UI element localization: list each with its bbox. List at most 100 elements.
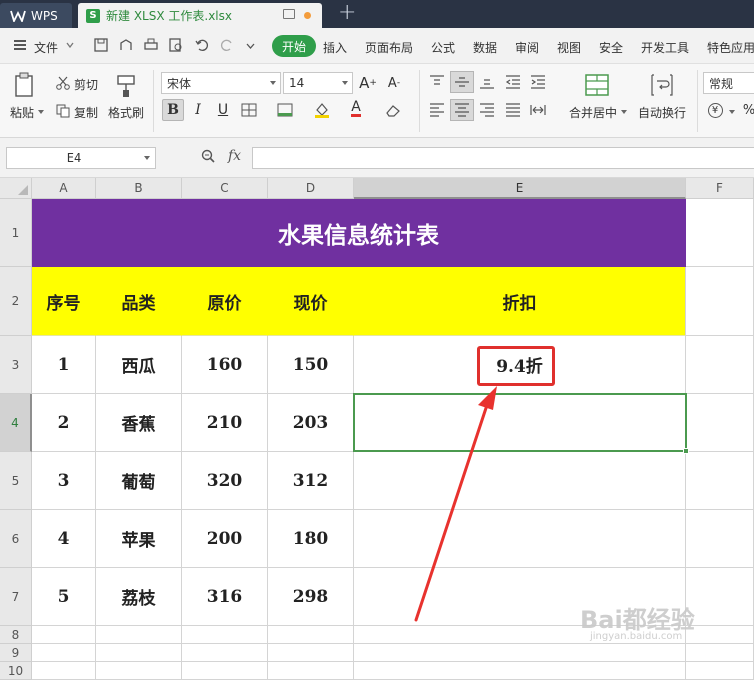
wps-home-tab[interactable]: WPS <box>0 3 72 28</box>
empty-cell[interactable] <box>268 644 354 662</box>
wrap-text-button[interactable]: 自动换行 <box>638 104 686 121</box>
font-name-select[interactable]: 宋体 <box>161 72 281 94</box>
column-header-a[interactable]: A <box>32 178 96 199</box>
column-header-d[interactable]: D <box>268 178 354 199</box>
menu-start[interactable]: 开始 <box>272 35 316 57</box>
scissors-icon[interactable] <box>56 76 70 90</box>
cell-f2[interactable] <box>686 267 754 336</box>
table-cell[interactable] <box>354 452 686 510</box>
copy-icon[interactable] <box>56 104 70 118</box>
empty-cell[interactable] <box>686 644 754 662</box>
column-header-c[interactable]: C <box>182 178 268 199</box>
paste-button[interactable]: 粘贴 <box>10 104 34 121</box>
table-cell[interactable]: 2 <box>32 394 96 452</box>
zoom-search-icon[interactable] <box>201 149 215 163</box>
empty-cell[interactable] <box>32 644 96 662</box>
table-cell[interactable]: 160 <box>182 336 268 394</box>
currency-dropdown-icon[interactable] <box>729 110 735 114</box>
align-top-icon[interactable] <box>429 75 445 89</box>
increase-font-button[interactable]: A + <box>357 72 379 94</box>
align-left-icon[interactable] <box>429 103 445 117</box>
menu-developer[interactable]: 开发工具 <box>641 39 689 56</box>
redo-icon[interactable] <box>220 38 234 52</box>
table-cell[interactable]: 316 <box>182 568 268 626</box>
align-middle-button[interactable] <box>450 71 474 93</box>
align-center-button[interactable] <box>450 99 474 121</box>
font-color-button[interactable]: A <box>345 97 367 119</box>
justify-icon[interactable] <box>505 103 521 117</box>
title-cell[interactable]: 水果信息统计表 <box>32 199 686 267</box>
empty-cell[interactable] <box>96 626 182 644</box>
monitor-icon[interactable] <box>283 9 295 19</box>
cell-f3[interactable] <box>686 336 754 394</box>
table-cell[interactable]: 西瓜 <box>96 336 182 394</box>
row-header-5[interactable]: 5 <box>0 452 32 510</box>
row-header-3[interactable]: 3 <box>0 336 32 394</box>
header-cell-index[interactable]: 序号 <box>32 267 96 336</box>
row-header-7[interactable]: 7 <box>0 568 32 626</box>
empty-cell[interactable] <box>182 626 268 644</box>
fill-handle[interactable] <box>683 448 689 454</box>
number-format-select[interactable]: 常规 <box>703 72 754 94</box>
cell-f5[interactable] <box>686 452 754 510</box>
table-cell[interactable]: 葡萄 <box>96 452 182 510</box>
workbook-tab[interactable]: S 新建 XLSX 工作表.xlsx <box>78 3 322 28</box>
empty-cell[interactable] <box>96 662 182 680</box>
empty-cell[interactable] <box>96 644 182 662</box>
menu-data[interactable]: 数据 <box>473 39 497 56</box>
menu-special-apps[interactable]: 特色应用 <box>707 39 754 56</box>
table-cell[interactable]: 150 <box>268 336 354 394</box>
discount-cell-e3[interactable]: 9.4折 <box>354 336 686 394</box>
quick-access-more-icon[interactable] <box>246 43 255 49</box>
header-cell-discount[interactable]: 折扣 <box>354 267 686 336</box>
new-tab-button[interactable]: + <box>338 1 356 25</box>
table-cell[interactable]: 香蕉 <box>96 394 182 452</box>
menu-file[interactable]: 文件 <box>34 39 58 56</box>
merge-center-button[interactable]: 合并居中 <box>569 104 617 121</box>
merge-center-icon[interactable] <box>585 74 609 96</box>
table-cell[interactable]: 荔枝 <box>96 568 182 626</box>
empty-cell[interactable] <box>354 644 686 662</box>
copy-button[interactable]: 复制 <box>74 104 98 121</box>
export-icon[interactable] <box>119 38 133 52</box>
save-icon[interactable] <box>94 38 108 52</box>
fill-color-icon[interactable] <box>313 101 331 119</box>
undo-icon[interactable] <box>195 38 209 52</box>
cell-f7[interactable] <box>686 568 754 626</box>
menu-security[interactable]: 安全 <box>599 39 623 56</box>
cut-button[interactable]: 剪切 <box>74 76 98 93</box>
paste-icon[interactable] <box>14 72 36 98</box>
italic-button[interactable]: I <box>187 99 209 121</box>
underline-button[interactable]: U <box>212 99 234 121</box>
header-cell-category[interactable]: 品类 <box>96 267 182 336</box>
cell-f6[interactable] <box>686 510 754 568</box>
empty-cell[interactable] <box>268 662 354 680</box>
paste-dropdown-icon[interactable] <box>38 110 44 114</box>
selected-cell-e4[interactable] <box>354 394 686 452</box>
empty-cell[interactable] <box>268 626 354 644</box>
print-icon[interactable] <box>144 38 158 52</box>
menu-insert[interactable]: 插入 <box>323 39 347 56</box>
table-cell[interactable]: 5 <box>32 568 96 626</box>
insert-function-button[interactable]: fx <box>228 148 241 164</box>
decrease-indent-icon[interactable] <box>505 75 521 89</box>
currency-button[interactable]: ¥ <box>704 99 726 121</box>
print-preview-icon[interactable] <box>169 38 183 52</box>
select-all-corner[interactable] <box>0 178 32 199</box>
font-size-select[interactable]: 14 <box>283 72 353 94</box>
hamburger-icon[interactable] <box>14 40 26 50</box>
empty-cell[interactable] <box>182 644 268 662</box>
eraser-icon[interactable] <box>385 103 401 117</box>
empty-cell[interactable] <box>686 626 754 644</box>
cell-f1[interactable] <box>686 199 754 267</box>
row-header-9[interactable]: 9 <box>0 644 32 662</box>
format-painter-icon[interactable] <box>116 74 138 98</box>
table-cell[interactable]: 180 <box>268 510 354 568</box>
table-cell[interactable]: 3 <box>32 452 96 510</box>
table-cell[interactable]: 苹果 <box>96 510 182 568</box>
increase-indent-icon[interactable] <box>530 75 546 89</box>
table-cell[interactable]: 4 <box>32 510 96 568</box>
fill-format-icon[interactable] <box>277 103 293 117</box>
table-cell[interactable]: 1 <box>32 336 96 394</box>
row-header-1[interactable]: 1 <box>0 199 32 267</box>
